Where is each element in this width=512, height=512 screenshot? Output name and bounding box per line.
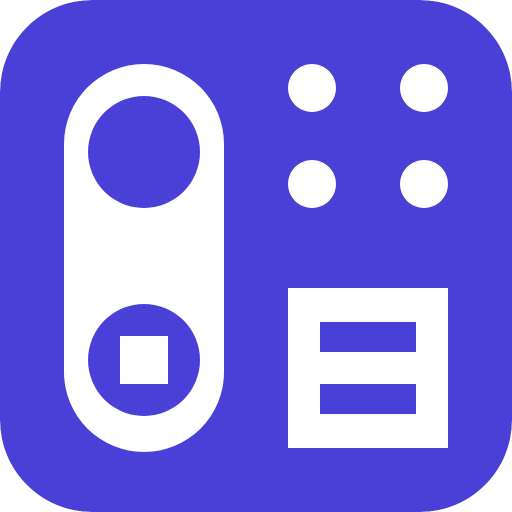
doorbell-icon <box>64 64 224 452</box>
app-icon[interactable] <box>0 0 512 512</box>
camera-lens-icon <box>88 96 200 208</box>
intercom-panel-icon <box>288 288 448 448</box>
doorbell-intercom-icon <box>0 0 512 512</box>
